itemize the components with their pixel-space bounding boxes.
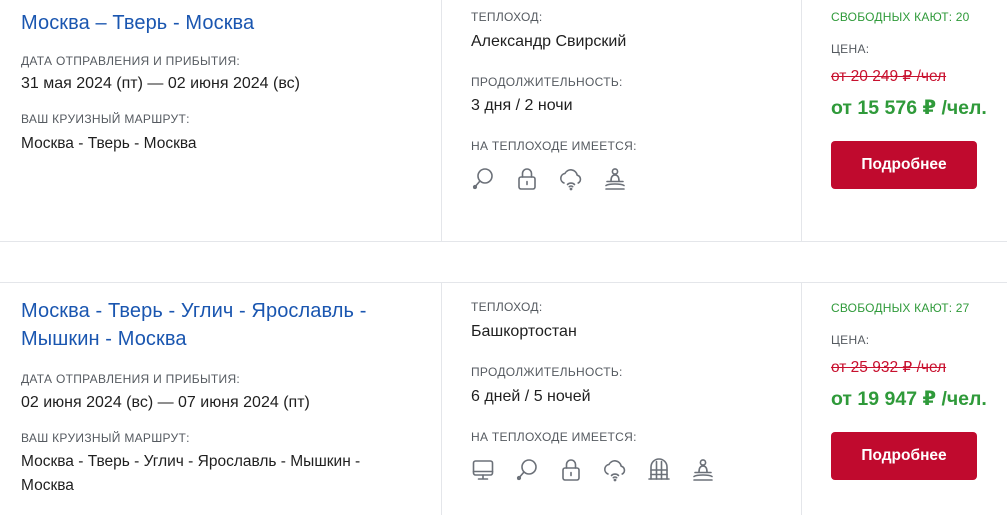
ship-name: Башкортостан	[471, 323, 577, 340]
dates-label: ДАТА ОТПРАВЛЕНИЯ И ПРИБЫТИЯ:	[21, 54, 241, 68]
route-label: ВАШ КРУИЗНЫЙ МАРШРУТ:	[21, 431, 190, 445]
free-cabins-badge: СВОБОДНЫХ КАЮТ: 27	[831, 301, 970, 315]
meditation-icon[interactable]	[602, 166, 628, 192]
locker-icon[interactable]	[558, 457, 584, 483]
ship-name: Александр Свирский	[471, 33, 627, 50]
cruise-title-line: Мышкин - Москва	[21, 328, 187, 350]
price-label: ЦЕНА:	[831, 42, 870, 56]
details-button[interactable]: Подробнее	[831, 141, 977, 189]
dates-label: ДАТА ОТПРАВЛЕНИЯ И ПРИБЫТИЯ:	[21, 372, 241, 386]
route-line: Москва - Тверь - Углич - Ярославль - Мыш…	[21, 453, 361, 470]
new-price: от 19 947 ₽ /чел.	[831, 388, 987, 410]
ship-label: ТЕПЛОХОД:	[471, 10, 543, 24]
cruise-title-line: Москва - Тверь - Углич - Ярославль -	[21, 300, 367, 322]
cruise-title-link[interactable]: Москва – Тверь - Москва	[21, 9, 254, 37]
meditation-icon[interactable]	[690, 457, 716, 483]
price-label: ЦЕНА:	[831, 333, 870, 347]
ping-pong-icon[interactable]	[514, 457, 540, 483]
locker-icon[interactable]	[514, 166, 540, 192]
dates-value: 31 мая 2024 (пт) — 02 июня 2024 (вс)	[21, 75, 300, 92]
route-value: Москва - Тверь - Углич - Ярославль - Мыш…	[21, 451, 360, 497]
cruise-title-link[interactable]: Москва - Тверь - Углич - Ярославль - Мыш…	[21, 297, 367, 353]
amenities-list	[470, 457, 716, 483]
wifi-icon[interactable]	[602, 457, 628, 483]
ping-pong-icon[interactable]	[470, 166, 496, 192]
ship-label: ТЕПЛОХОД:	[471, 300, 543, 314]
amenities-list	[470, 166, 628, 192]
duration-value: 3 дня / 2 ночи	[471, 97, 573, 114]
route-column: Москва – Тверь - Москва ДАТА ОТПРАВЛЕНИЯ…	[0, 0, 441, 241]
amenities-label: НА ТЕПЛОХОДЕ ИМЕЕТСЯ:	[471, 430, 637, 444]
card-separator	[0, 242, 1007, 282]
ship-column: ТЕПЛОХОД: Башкортостан ПРОДОЛЖИТЕЛЬНОСТЬ…	[441, 283, 801, 515]
cruise-card: Москва – Тверь - Москва ДАТА ОТПРАВЛЕНИЯ…	[0, 0, 1007, 242]
price-column: СВОБОДНЫХ КАЮТ: 27 ЦЕНА: от 25 932 ₽ /че…	[801, 283, 1007, 515]
route-value: Москва - Тверь - Москва	[21, 135, 197, 152]
route-column: Москва - Тверь - Углич - Ярославль - Мыш…	[0, 283, 441, 515]
ship-column: ТЕПЛОХОД: Александр Свирский ПРОДОЛЖИТЕЛ…	[441, 0, 801, 241]
old-price: от 20 249 ₽ /чел	[831, 68, 947, 85]
price-column: СВОБОДНЫХ КАЮТ: 20 ЦЕНА: от 20 249 ₽ /че…	[801, 0, 1007, 241]
dates-value: 02 июня 2024 (вс) — 07 июня 2024 (пт)	[21, 394, 310, 411]
new-price: от 15 576 ₽ /чел.	[831, 97, 987, 119]
duration-label: ПРОДОЛЖИТЕЛЬНОСТЬ:	[471, 365, 623, 379]
duration-label: ПРОДОЛЖИТЕЛЬНОСТЬ:	[471, 75, 623, 89]
gym-icon[interactable]	[646, 457, 672, 483]
old-price: от 25 932 ₽ /чел	[831, 359, 947, 376]
free-cabins-badge: СВОБОДНЫХ КАЮТ: 20	[831, 10, 970, 24]
cinema-icon[interactable]	[470, 457, 496, 483]
route-label: ВАШ КРУИЗНЫЙ МАРШРУТ:	[21, 112, 190, 126]
cruise-card: Москва - Тверь - Углич - Ярославль - Мыш…	[0, 282, 1007, 515]
route-line: Москва	[21, 477, 74, 494]
amenities-label: НА ТЕПЛОХОДЕ ИМЕЕТСЯ:	[471, 139, 637, 153]
duration-value: 6 дней / 5 ночей	[471, 388, 591, 405]
wifi-icon[interactable]	[558, 166, 584, 192]
details-button[interactable]: Подробнее	[831, 432, 977, 480]
